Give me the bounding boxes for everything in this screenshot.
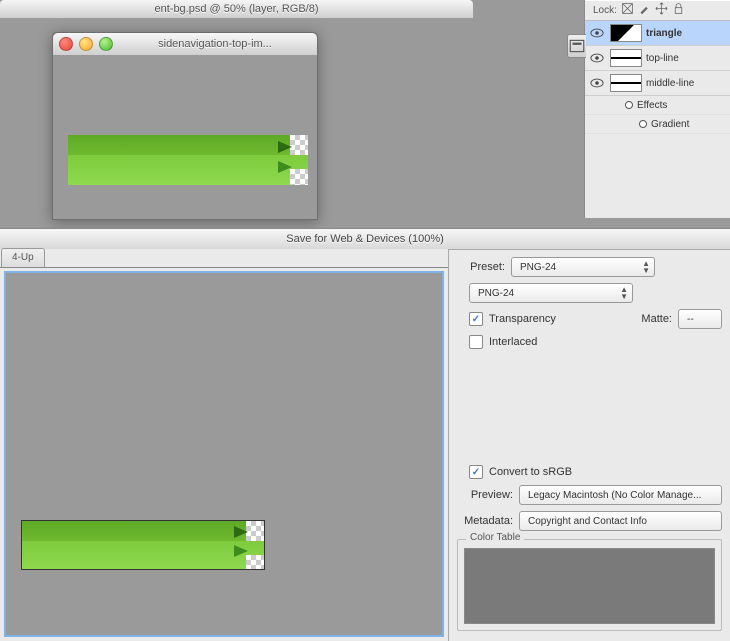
format-value: PNG-24 bbox=[478, 288, 514, 299]
metadata-select[interactable]: Copyright and Contact Info bbox=[519, 511, 722, 531]
layers-lock-row: Lock: bbox=[585, 0, 730, 21]
convert-srgb-checkbox[interactable] bbox=[469, 465, 483, 479]
transparency-checkbox[interactable] bbox=[469, 312, 483, 326]
gradient-label: Gradient bbox=[651, 119, 689, 130]
layer-effects-row[interactable]: Effects bbox=[585, 96, 730, 115]
layer-effect-gradient-row[interactable]: Gradient bbox=[585, 115, 730, 134]
zoom-button[interactable] bbox=[99, 37, 113, 51]
effect-toggle-icon[interactable] bbox=[625, 101, 633, 109]
color-table-label: Color Table bbox=[466, 532, 524, 543]
visibility-toggle-icon[interactable] bbox=[588, 53, 606, 63]
metadata-value: Copyright and Contact Info bbox=[528, 516, 647, 527]
visibility-toggle-icon[interactable] bbox=[588, 28, 606, 38]
transparency-label: Transparency bbox=[489, 313, 556, 325]
format-select[interactable]: PNG-24 ▲▼ bbox=[469, 283, 633, 303]
visibility-toggle-icon[interactable] bbox=[588, 78, 606, 88]
lock-brush-icon[interactable] bbox=[638, 2, 651, 18]
effect-toggle-icon[interactable] bbox=[639, 120, 647, 128]
interlaced-checkbox[interactable] bbox=[469, 335, 483, 349]
triangle-icon bbox=[234, 526, 248, 538]
matte-value: -- bbox=[687, 314, 694, 325]
lock-move-icon[interactable] bbox=[655, 2, 668, 18]
save-for-web-dialog: Save for Web & Devices (100%) 4-Up Prese… bbox=[0, 228, 730, 641]
select-arrows-icon: ▲▼ bbox=[642, 260, 650, 274]
layer-name: top-line bbox=[646, 53, 679, 64]
lock-pixels-icon[interactable] bbox=[621, 2, 634, 18]
preview-canvas[interactable] bbox=[4, 271, 444, 637]
matte-select[interactable]: -- bbox=[678, 309, 722, 329]
effects-label: Effects bbox=[637, 100, 667, 111]
window-title: sidenavigation-top-im... bbox=[123, 38, 307, 50]
layer-thumbnail bbox=[610, 74, 642, 92]
preview-value: Legacy Macintosh (No Color Manage... bbox=[528, 490, 701, 501]
nav-graphic bbox=[68, 135, 308, 185]
minimize-button[interactable] bbox=[79, 37, 93, 51]
layer-row-top-line[interactable]: top-line bbox=[585, 46, 730, 71]
layers-panel: Lock: triangle top-line middle-line Effe… bbox=[584, 0, 730, 218]
preview-pane: 4-Up bbox=[0, 249, 449, 641]
preview-select[interactable]: Legacy Macintosh (No Color Manage... bbox=[519, 485, 722, 505]
layer-thumbnail bbox=[610, 49, 642, 67]
color-table-grid[interactable] bbox=[464, 548, 715, 624]
bg-window-title: ent-bg.psd @ 50% (layer, RGB/8) bbox=[154, 3, 318, 15]
document-canvas[interactable] bbox=[53, 55, 317, 219]
interlaced-label: Interlaced bbox=[489, 336, 537, 348]
lock-label: Lock: bbox=[593, 5, 617, 16]
preview-label: Preview: bbox=[457, 489, 513, 501]
layer-name: middle-line bbox=[646, 78, 694, 89]
matte-label: Matte: bbox=[641, 313, 672, 325]
preset-select[interactable]: PNG-24 ▲▼ bbox=[511, 257, 655, 277]
preview-graphic bbox=[21, 520, 265, 570]
dialog-title: Save for Web & Devices (100%) bbox=[0, 229, 730, 250]
layer-thumbnail bbox=[610, 24, 642, 42]
bg-window-titlebar[interactable]: ent-bg.psd @ 50% (layer, RGB/8) bbox=[0, 0, 473, 19]
panel-dock-icon[interactable] bbox=[567, 34, 586, 58]
color-table-group: Color Table bbox=[457, 539, 722, 631]
preset-label: Preset: bbox=[457, 261, 505, 273]
lock-all-icon[interactable] bbox=[672, 2, 685, 18]
preview-tabstrip: 4-Up bbox=[0, 249, 448, 268]
document-window: sidenavigation-top-im... bbox=[52, 32, 318, 220]
metadata-label: Metadata: bbox=[457, 515, 513, 527]
triangle-icon bbox=[234, 545, 248, 557]
triangle-icon bbox=[278, 141, 292, 153]
window-titlebar[interactable]: sidenavigation-top-im... bbox=[53, 33, 317, 56]
triangle-icon bbox=[278, 161, 292, 173]
settings-pane: Preset: PNG-24 ▲▼ PNG-24 ▲▼ Transparency… bbox=[449, 249, 730, 641]
preset-value: PNG-24 bbox=[520, 262, 556, 273]
select-arrows-icon: ▲▼ bbox=[620, 286, 628, 300]
layer-row-triangle[interactable]: triangle bbox=[585, 21, 730, 46]
tab-4up[interactable]: 4-Up bbox=[1, 248, 45, 267]
layer-row-middle-line[interactable]: middle-line bbox=[585, 71, 730, 96]
convert-srgb-label: Convert to sRGB bbox=[489, 466, 572, 478]
layer-name: triangle bbox=[646, 28, 682, 39]
close-button[interactable] bbox=[59, 37, 73, 51]
